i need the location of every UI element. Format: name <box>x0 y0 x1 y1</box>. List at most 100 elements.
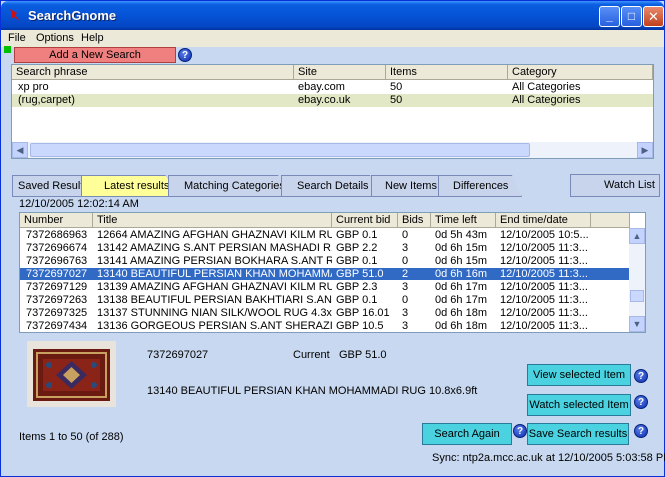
tab-differences[interactable]: Differences <box>438 175 522 197</box>
bids-cell: 0 <box>402 229 409 241</box>
menu-bar: File Options Help <box>1 30 664 47</box>
save-search-results-button[interactable]: Save Search results <box>527 423 629 445</box>
help-icon[interactable]: ? <box>178 48 192 62</box>
app-window: SearchGnome _ □ ✕ File Options Help Add … <box>0 0 665 477</box>
end-time-cell: 12/10/2005 11:3... <box>500 307 588 319</box>
bids-cell: 0 <box>402 294 409 306</box>
number-cell: 7372697129 <box>26 281 88 293</box>
result-row[interactable]: 7372697027 13140 BEAUTIFUL PERSIAN KHAN M… <box>20 268 630 280</box>
scroll-thumb[interactable] <box>30 143 530 157</box>
column-site[interactable]: Site <box>294 65 386 80</box>
title-cell: 13136 GORGEOUS PERSIAN S.ANT SHERAZI ... <box>97 320 332 332</box>
menu-file[interactable]: File <box>8 32 26 44</box>
current-bid-cell: GBP 0.1 <box>336 294 378 306</box>
window-title: SearchGnome <box>28 8 117 23</box>
help-icon[interactable]: ? <box>634 424 648 438</box>
help-icon[interactable]: ? <box>634 395 648 409</box>
add-search-button[interactable]: Add a New Search <box>14 47 176 63</box>
watch-list-tab[interactable]: Watch List <box>570 174 660 197</box>
column-current-bid[interactable]: Current bid <box>332 213 398 228</box>
menu-help[interactable]: Help <box>81 32 104 44</box>
title-cell: 12664 AMAZING AFGHAN GHAZNAVI KILM RU... <box>97 229 332 241</box>
result-row[interactable]: 7372697434 13136 GORGEOUS PERSIAN S.ANT S… <box>20 320 630 332</box>
title-cell: 13141 AMAZING PERSIAN BOKHARA S.ANT R... <box>97 255 332 267</box>
time-left-cell: 0d 6h 17m <box>435 294 487 306</box>
end-time-cell: 12/10/2005 11:3... <box>500 294 588 306</box>
time-left-cell: 0d 6h 18m <box>435 307 487 319</box>
scroll-down-icon[interactable]: ▼ <box>629 316 645 332</box>
end-time-cell: 12/10/2005 11:3... <box>500 242 588 254</box>
number-cell: 7372697325 <box>26 307 88 319</box>
results-timestamp: 12/10/2005 12:02:14 AM <box>19 198 139 210</box>
result-row[interactable]: 7372686963 12664 AMAZING AFGHAN GHAZNAVI … <box>20 229 630 241</box>
search-again-button[interactable]: Search Again <box>422 423 512 445</box>
help-icon[interactable]: ? <box>513 424 527 438</box>
status-indicator <box>4 46 11 53</box>
scroll-up-icon[interactable]: ▲ <box>629 228 645 244</box>
menu-options[interactable]: Options <box>36 32 74 44</box>
category-cell: All Categories <box>512 94 581 106</box>
title-cell: 13139 AMAZING AFGHAN GHAZNAVI KILM RU... <box>97 281 332 293</box>
time-left-cell: 0d 6h 15m <box>435 255 487 267</box>
site-cell: ebay.co.uk <box>298 94 351 106</box>
search-list: Search phrase Site Items Category xp pro… <box>11 64 654 159</box>
number-cell: 7372697027 <box>26 268 88 280</box>
detail-number: 7372697027 <box>147 349 209 361</box>
tab-new-items[interactable]: New Items <box>371 175 449 197</box>
result-row[interactable]: 7372696763 13141 AMAZING PERSIAN BOKHARA … <box>20 255 630 267</box>
scroll-thumb[interactable] <box>630 290 644 302</box>
end-time-cell: 12/10/2005 11:3... <box>500 320 588 332</box>
scroll-right-icon[interactable]: ▶ <box>637 142 653 158</box>
result-row[interactable]: 7372697325 13137 STUNNING NIAN SILK/WOOL … <box>20 307 630 319</box>
title-cell: 13140 BEAUTIFUL PERSIAN KHAN MOHAMMA... <box>97 268 332 280</box>
items-count: Items 1 to 50 (of 288) <box>19 431 124 443</box>
search-row[interactable]: (rug,carpet) ebay.co.uk 50 All Categorie… <box>12 94 653 107</box>
number-cell: 7372696674 <box>26 242 88 254</box>
search-phrase-cell: (rug,carpet) <box>18 94 75 106</box>
current-bid-cell: GBP 16.01 <box>336 307 390 319</box>
items-cell: 50 <box>390 94 403 106</box>
vertical-scrollbar[interactable]: ▲ ▼ <box>629 228 645 332</box>
bids-cell: 3 <box>402 307 409 319</box>
search-phrase-cell: xp pro <box>18 81 49 93</box>
end-time-cell: 12/10/2005 11:3... <box>500 268 588 280</box>
title-bar[interactable]: SearchGnome _ □ ✕ <box>1 1 664 30</box>
tab-search-details[interactable]: Search Details <box>281 175 382 197</box>
horizontal-scrollbar[interactable]: ◀ ▶ <box>12 142 653 158</box>
bids-cell: 0 <box>402 255 409 267</box>
current-bid-cell: GBP 10.5 <box>336 320 384 332</box>
column-bids[interactable]: Bids <box>398 213 431 228</box>
number-cell: 7372697263 <box>26 294 88 306</box>
result-row[interactable]: 7372696674 13142 AMAZING S.ANT PERSIAN MA… <box>20 242 630 254</box>
watch-selected-item-button[interactable]: Watch selected Item <box>527 394 631 416</box>
minimize-button[interactable]: _ <box>599 6 620 27</box>
column-end-time[interactable]: End time/date <box>496 213 591 228</box>
title-cell: 13142 AMAZING S.ANT PERSIAN MASHADI R... <box>97 242 332 254</box>
maximize-button[interactable]: □ <box>621 6 642 27</box>
end-time-cell: 12/10/2005 11:3... <box>500 281 588 293</box>
column-title[interactable]: Title <box>93 213 332 228</box>
items-cell: 50 <box>390 81 403 93</box>
close-button[interactable]: ✕ <box>643 6 664 27</box>
gnome-app-icon <box>10 9 20 21</box>
tab-matching-categories[interactable]: Matching Categories <box>168 175 293 197</box>
time-left-cell: 0d 6h 16m <box>435 268 487 280</box>
column-time-left[interactable]: Time left <box>431 213 496 228</box>
help-icon[interactable]: ? <box>634 369 648 383</box>
result-row[interactable]: 7372697263 13138 BEAUTIFUL PERSIAN BAKHTI… <box>20 294 630 306</box>
column-search-phrase[interactable]: Search phrase <box>12 65 294 80</box>
sync-status: Sync: ntp2a.mcc.ac.uk at 12/10/2005 5:03… <box>432 452 665 464</box>
time-left-cell: 0d 6h 18m <box>435 320 487 332</box>
site-cell: ebay.com <box>298 81 345 93</box>
column-number[interactable]: Number <box>20 213 93 228</box>
bids-cell: 3 <box>402 242 409 254</box>
search-row[interactable]: xp pro ebay.com 50 All Categories <box>12 81 653 94</box>
title-cell: 13137 STUNNING NIAN SILK/WOOL RUG 4.3x..… <box>97 307 332 319</box>
tab-latest-results[interactable]: Latest results <box>81 175 177 197</box>
column-category[interactable]: Category <box>508 65 653 80</box>
current-bid-cell: GBP 2.3 <box>336 281 378 293</box>
result-row[interactable]: 7372697129 13139 AMAZING AFGHAN GHAZNAVI … <box>20 281 630 293</box>
view-selected-item-button[interactable]: View selected Item <box>527 364 631 386</box>
column-items[interactable]: Items <box>386 65 508 80</box>
scroll-left-icon[interactable]: ◀ <box>12 142 28 158</box>
